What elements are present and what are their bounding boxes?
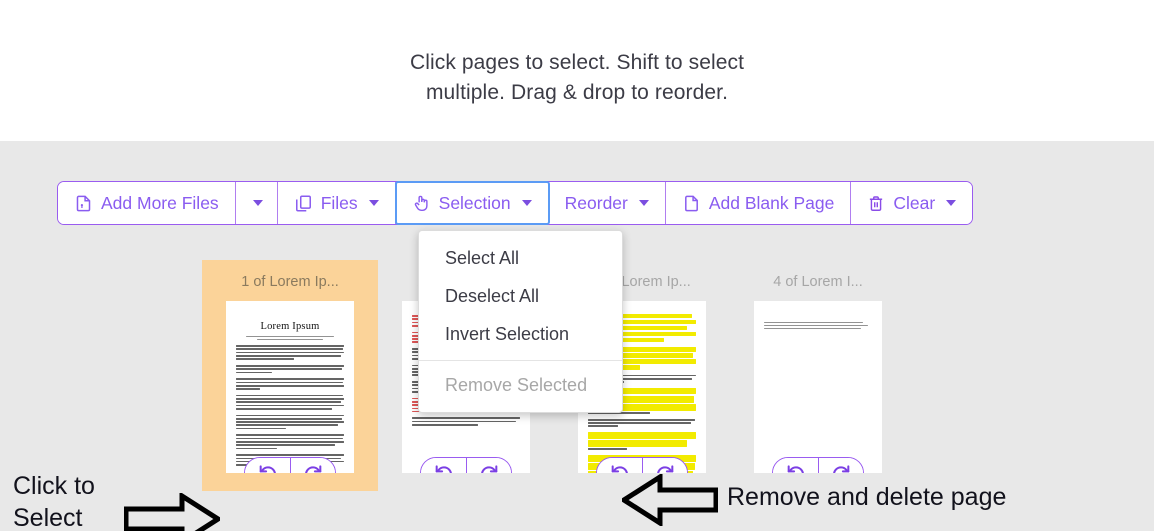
rotate-controls bbox=[596, 457, 688, 473]
annotation-arrow-right-icon bbox=[123, 491, 223, 531]
rotate-right-button[interactable] bbox=[466, 458, 511, 473]
header-band: Click pages to select. Shift to select m… bbox=[0, 0, 1154, 141]
add-more-files-dropdown-button[interactable] bbox=[235, 182, 278, 224]
menu-item-deselect-all[interactable]: Deselect All bbox=[419, 277, 622, 315]
rotate-right-button[interactable] bbox=[818, 458, 863, 473]
page-doc-title: Lorem Ipsum bbox=[260, 321, 320, 332]
app-root: Click pages to select. Shift to select m… bbox=[0, 0, 1154, 531]
selection-button[interactable]: Selection bbox=[394, 181, 550, 225]
instructions-line-1: Click pages to select. Shift to select bbox=[409, 51, 745, 74]
annotation-click-to-select-text: Click to Select bbox=[13, 472, 95, 531]
rotate-left-button[interactable] bbox=[245, 458, 290, 473]
chevron-down-icon bbox=[946, 200, 957, 206]
rotate-left-button[interactable] bbox=[421, 458, 466, 473]
rotate-controls bbox=[420, 457, 512, 473]
chevron-down-icon bbox=[521, 200, 532, 206]
page-thumbnail-1[interactable]: 1 of Lorem Ip... Lorem Ipsum bbox=[202, 260, 378, 491]
workspace: Add More Files Files Selection Reorder A… bbox=[0, 141, 1154, 531]
annotation-arrow-left-icon bbox=[619, 472, 719, 531]
instructions-line-2: multiple. Drag & drop to reorder. bbox=[425, 81, 729, 104]
menu-item-remove-selected: Remove Selected bbox=[445, 375, 588, 395]
pdf-file-icon bbox=[74, 194, 93, 213]
menu-item-invert-selection[interactable]: Invert Selection bbox=[419, 315, 622, 353]
add-more-files-button[interactable]: Add More Files bbox=[58, 182, 236, 224]
files-label: Files bbox=[320, 192, 358, 213]
rotate-controls bbox=[244, 457, 336, 473]
menu-item-select-all[interactable]: Select All bbox=[419, 239, 622, 277]
clear-label: Clear bbox=[893, 192, 936, 213]
blank-page-icon bbox=[682, 194, 701, 213]
chevron-down-icon bbox=[638, 200, 649, 206]
rotate-right-button[interactable] bbox=[290, 458, 335, 473]
chevron-down-icon bbox=[252, 200, 263, 206]
pointing-hand-icon bbox=[412, 193, 431, 213]
selection-label: Selection bbox=[438, 192, 511, 213]
page-thumbnail-4[interactable]: 4 of Lorem I... bbox=[730, 260, 906, 491]
chevron-down-icon bbox=[368, 200, 379, 206]
page-caption: 1 of Lorem Ip... bbox=[241, 274, 339, 290]
clear-button[interactable]: Clear bbox=[851, 182, 973, 224]
page-caption: 4 of Lorem I... bbox=[773, 274, 863, 290]
page-preview[interactable]: Lorem Ipsum bbox=[226, 301, 354, 473]
copy-files-icon bbox=[294, 194, 313, 213]
files-button[interactable]: Files bbox=[277, 182, 396, 224]
instructions-text: Click pages to select. Shift to select m… bbox=[0, 48, 1154, 108]
add-blank-page-label: Add Blank Page bbox=[708, 192, 835, 213]
annotation-remove-delete-text: Remove and delete page bbox=[727, 483, 1007, 511]
add-blank-page-button[interactable]: Add Blank Page bbox=[665, 182, 852, 224]
selection-dropdown-menu: Select All Deselect All Invert Selection… bbox=[418, 230, 623, 413]
reorder-button[interactable]: Reorder bbox=[548, 182, 666, 224]
editor-toolbar: Add More Files Files Selection Reorder A… bbox=[57, 181, 974, 225]
page-preview[interactable] bbox=[754, 301, 882, 473]
reorder-label: Reorder bbox=[564, 192, 628, 213]
rotate-right-button[interactable] bbox=[642, 458, 687, 473]
add-more-files-label: Add More Files bbox=[101, 192, 219, 213]
rotate-controls bbox=[772, 457, 864, 473]
rotate-left-button[interactable] bbox=[773, 458, 818, 473]
menu-divider bbox=[419, 360, 622, 361]
rotate-left-button[interactable] bbox=[597, 458, 642, 473]
trash-icon bbox=[867, 194, 885, 213]
